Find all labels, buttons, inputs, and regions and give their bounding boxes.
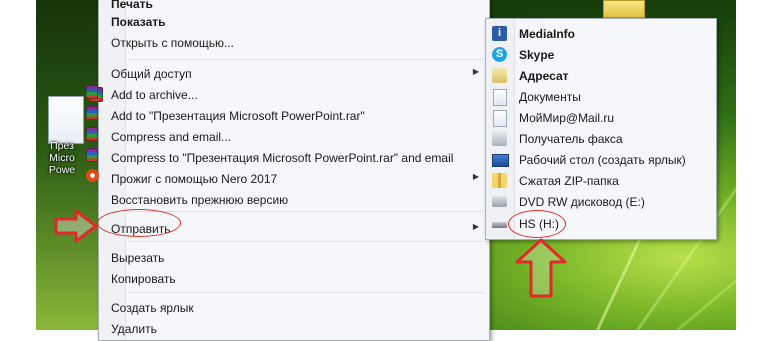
send-to-item-skype[interactable]: S Skype bbox=[486, 44, 716, 65]
submenu-arrow-icon: ▶ bbox=[472, 222, 479, 231]
send-to-item-label: Skype bbox=[519, 48, 555, 62]
menu-item-label: Показать bbox=[111, 15, 166, 29]
send-to-item-label: МойМир@Mail.ru bbox=[519, 111, 615, 125]
send-to-item-zip[interactable]: Сжатая ZIP-папка bbox=[486, 170, 716, 191]
send-to-item-mediainfo[interactable]: i MediaInfo bbox=[486, 23, 716, 44]
desktop-file-label[interactable]: През Micro Powe bbox=[42, 140, 82, 176]
menu-item-restore-version[interactable]: Восстановить прежнюю версию bbox=[99, 189, 489, 210]
submenu-arrow-icon: ▶ bbox=[472, 172, 479, 181]
fax-icon bbox=[492, 131, 507, 146]
send-to-item-label: Получатель факса bbox=[519, 132, 623, 146]
winrar-icon bbox=[86, 127, 98, 141]
usb-drive-icon bbox=[492, 222, 507, 228]
annotation-ellipse-hs-drive bbox=[508, 210, 566, 238]
annotation-arrow-right-icon bbox=[54, 209, 98, 243]
menu-item-label: Открыть с помощью... bbox=[111, 36, 235, 50]
menu-item-label: Прожиг с помощью Nero 2017 bbox=[111, 172, 278, 186]
menu-item-label: Add to archive... bbox=[111, 88, 198, 102]
menu-item-cut[interactable]: Вырезать bbox=[99, 247, 489, 268]
menu-item-label: Копировать bbox=[111, 272, 176, 286]
menu-item-label: Add to "Презентация Microsoft PowerPoint… bbox=[111, 109, 365, 123]
mediainfo-icon: i bbox=[492, 26, 507, 41]
send-to-item-dvd[interactable]: DVD RW дисковод (E:) bbox=[486, 191, 716, 212]
send-to-item-documents[interactable]: Документы bbox=[486, 86, 716, 107]
annotation-ellipse-send-to bbox=[97, 209, 181, 237]
moimir-icon bbox=[493, 110, 507, 127]
menu-item-create-shortcut[interactable]: Создать ярлык bbox=[99, 297, 489, 318]
send-to-item-label: MediaInfo bbox=[519, 27, 575, 41]
menu-item-label: Печать bbox=[111, 0, 153, 11]
powerpoint-file-icon[interactable] bbox=[48, 96, 84, 144]
menu-item-open-with[interactable]: Открыть с помощью... bbox=[99, 32, 489, 53]
send-to-item-label: DVD RW дисковод (E:) bbox=[519, 195, 645, 209]
zip-folder-icon bbox=[492, 173, 507, 188]
menu-item-compress-email[interactable]: Compress and email... bbox=[99, 126, 489, 147]
dvd-drive-icon bbox=[492, 196, 507, 207]
menu-item-nero-burn[interactable]: Прожиг с помощью Nero 2017 ▶ bbox=[99, 168, 489, 189]
menu-item-label: Вырезать bbox=[111, 251, 165, 265]
menu-item-add-to-rar[interactable]: Add to "Презентация Microsoft PowerPoint… bbox=[99, 105, 489, 126]
documents-icon bbox=[493, 89, 507, 106]
send-to-item-moimir[interactable]: МойМир@Mail.ru bbox=[486, 107, 716, 128]
skype-icon: S bbox=[492, 47, 507, 62]
context-menu: Печать Показать Открыть с помощью... Общ… bbox=[89, 0, 490, 341]
send-to-item-desktop[interactable]: Рабочий стол (создать ярлык) bbox=[486, 149, 716, 170]
menu-item-add-to-archive[interactable]: Add to archive... bbox=[89, 84, 489, 105]
menu-separator bbox=[129, 292, 484, 293]
menu-separator bbox=[129, 241, 484, 242]
menu-separator bbox=[129, 211, 484, 212]
winrar-icon bbox=[86, 148, 98, 162]
menu-item-label: Compress to "Презентация Microsoft Power… bbox=[111, 151, 454, 165]
desktop-folder-icon[interactable] bbox=[603, 0, 645, 18]
annotation-arrow-up-icon bbox=[515, 238, 567, 298]
menu-item-label: Compress and email... bbox=[111, 130, 232, 144]
winrar-icon bbox=[86, 85, 98, 99]
menu-item-label: Восстановить прежнюю версию bbox=[111, 193, 289, 207]
menu-item-sharing[interactable]: Общий доступ ▶ bbox=[99, 63, 489, 84]
send-to-item-label: Рабочий стол (создать ярлык) bbox=[519, 153, 686, 167]
menu-item-show[interactable]: Показать bbox=[99, 11, 489, 32]
menu-item-delete[interactable]: Удалить bbox=[99, 318, 489, 339]
send-to-item-label: Документы bbox=[519, 90, 581, 104]
send-to-item-label: Адресат bbox=[519, 69, 569, 83]
menu-item-label: Общий доступ bbox=[111, 67, 192, 81]
desktop-icon bbox=[492, 154, 509, 167]
nero-icon bbox=[86, 169, 99, 182]
send-to-item-label: Сжатая ZIP-папка bbox=[519, 174, 619, 188]
send-to-item-mail-recipient[interactable]: Адресат bbox=[486, 65, 716, 86]
send-to-submenu: i MediaInfo S Skype Адресат Документы Мо… bbox=[485, 18, 717, 240]
menu-item-copy[interactable]: Копировать bbox=[99, 268, 489, 289]
send-to-item-fax[interactable]: Получатель факса bbox=[486, 128, 716, 149]
menu-item-label: Создать ярлык bbox=[111, 301, 194, 315]
menu-separator bbox=[129, 59, 484, 60]
menu-item-compress-to-rar-email[interactable]: Compress to "Презентация Microsoft Power… bbox=[99, 147, 489, 168]
submenu-arrow-icon: ▶ bbox=[472, 67, 479, 76]
menu-item-label: Удалить bbox=[111, 322, 157, 336]
winrar-icon bbox=[86, 106, 98, 120]
mail-recipient-icon bbox=[492, 68, 507, 83]
